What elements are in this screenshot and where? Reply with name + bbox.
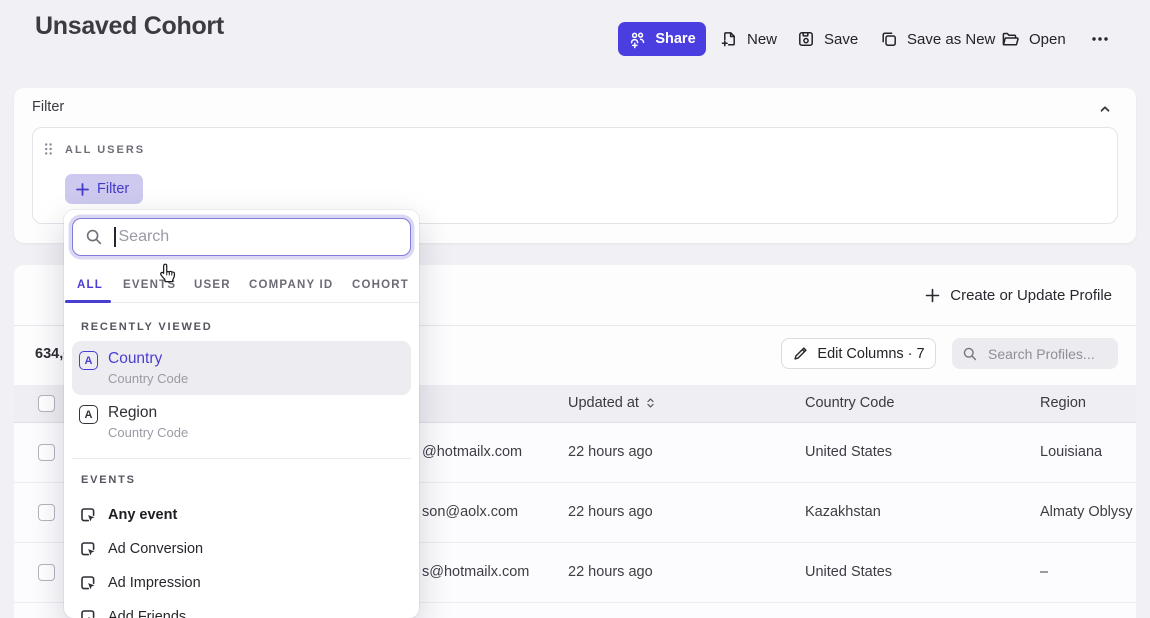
list-item-any-event[interactable]: Any event [108,507,177,523]
row-checkbox[interactable] [38,564,55,581]
all-users-label: ALL USERS [65,144,145,156]
tab-user[interactable]: USER [194,279,231,291]
list-item-region[interactable]: Region [108,404,157,422]
save-button[interactable]: Save [797,22,858,56]
create-or-update-profile-label: Create or Update Profile [950,287,1112,304]
drag-handle-icon[interactable] [44,142,53,156]
add-filter-button[interactable]: Filter [65,174,143,204]
updated-cell: 22 hours ago [568,444,653,460]
edit-columns-button[interactable]: Edit Columns · 7 [781,338,936,369]
divider [72,458,411,459]
event-click-icon [79,506,97,524]
share-button[interactable]: Share [618,22,706,56]
active-tab-underline [65,300,111,303]
profiles-search [952,338,1118,369]
open-button[interactable]: Open [1001,22,1066,56]
region-cell: – [1040,564,1048,580]
email-cell: s@hotmailx.com [422,564,529,580]
save-as-new-button-label: Save as New [907,31,995,48]
recently-viewed-section-label: RECENTLY VIEWED [81,321,213,333]
create-or-update-profile-button[interactable]: Create or Update Profile [925,282,1112,308]
letter-a-icon: A [79,405,98,424]
save-icon [797,30,815,48]
add-users-icon [628,30,647,49]
country-cell: United States [805,564,892,580]
column-header-country-code: Country Code [805,395,894,411]
list-item-country-subtitle: Country Code [108,371,188,386]
search-icon [85,228,103,246]
email-cell: @hotmailx.com [422,444,522,460]
updated-cell: 22 hours ago [568,564,653,580]
copy-icon [880,30,898,48]
edit-columns-label: Edit Columns · 7 [817,346,924,362]
collapse-filter-button[interactable] [1096,100,1114,118]
email-cell: son@aolx.com [422,504,518,520]
event-click-icon [79,574,97,592]
event-click-icon [79,608,97,618]
app-root: Unsaved Cohort Share New [0,0,1150,618]
chevron-up-icon [1098,102,1112,116]
more-options-button[interactable] [1085,22,1115,56]
list-item-country[interactable]: Country [108,350,162,368]
list-item-ad-conversion[interactable]: Ad Conversion [108,541,203,557]
filter-panel-title: Filter [32,99,64,115]
list-item-region-subtitle: Country Code [108,425,188,440]
letter-a-icon: A [79,351,98,370]
region-cell: Louisiana [1040,444,1102,460]
sort-icon [645,396,656,410]
list-item-add-friends[interactable]: Add Friends [108,609,186,618]
new-button[interactable]: New [720,22,777,56]
column-header-region: Region [1040,395,1086,411]
column-header-updated-at[interactable]: Updated at [568,395,656,411]
tab-all[interactable]: ALL [77,279,103,291]
page-title: Unsaved Cohort [35,12,224,41]
ellipsis-icon [1090,30,1110,48]
add-filter-button-label: Filter [97,181,129,197]
open-button-label: Open [1029,31,1066,48]
dropdown-search-input[interactable] [117,227,411,247]
country-cell: Kazakhstan [805,504,881,520]
events-section-label: EVENTS [81,474,136,486]
folder-icon [1001,30,1020,48]
save-as-new-button[interactable]: Save as New [880,22,995,56]
profiles-search-input[interactable] [986,345,1118,363]
country-cell: United States [805,444,892,460]
filter-dropdown: ALL EVENTS USER COMPANY ID COHORT RECENT… [64,210,419,618]
row-checkbox[interactable] [38,504,55,521]
region-cell: Almaty Oblysy [1040,504,1133,520]
text-cursor [114,227,116,247]
dropdown-search [72,218,411,256]
save-button-label: Save [824,31,858,48]
updated-cell: 22 hours ago [568,504,653,520]
select-all-checkbox[interactable] [38,395,55,412]
plus-icon [925,288,940,303]
list-item-ad-impression[interactable]: Ad Impression [108,575,201,591]
tab-company-id[interactable]: COMPANY ID [249,279,333,291]
tab-cohort[interactable]: COHORT [352,279,409,291]
new-button-label: New [747,31,777,48]
new-file-icon [720,30,738,48]
row-checkbox[interactable] [38,444,55,461]
share-button-label: Share [655,31,695,47]
pencil-icon [792,345,809,362]
search-icon [962,346,978,362]
dropdown-tabs: ALL EVENTS USER COMPANY ID COHORT [64,266,419,303]
updated-at-label: Updated at [568,395,639,411]
plus-icon [76,183,89,196]
event-click-icon [79,540,97,558]
tab-events[interactable]: EVENTS [123,279,176,291]
